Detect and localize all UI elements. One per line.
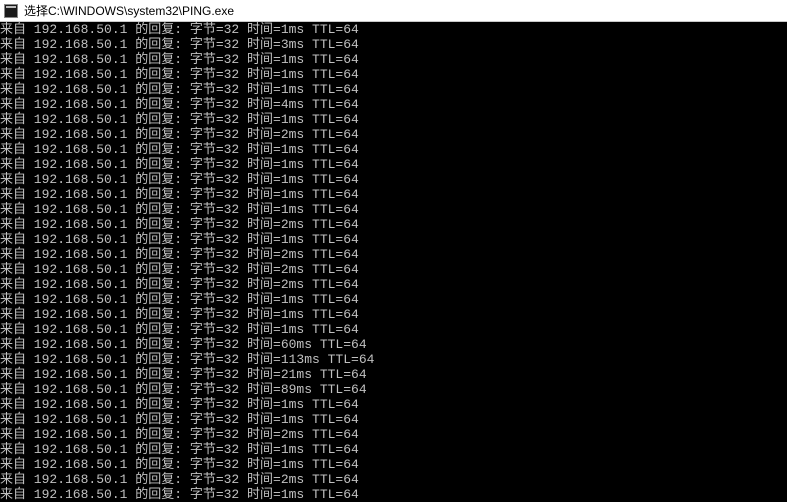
ping-reply-line: 来自 192.168.50.1 的回复: 字节=32 时间=1ms TTL=64	[0, 412, 787, 427]
ping-reply-line: 来自 192.168.50.1 的回复: 字节=32 时间=1ms TTL=64	[0, 82, 787, 97]
ping-reply-line: 来自 192.168.50.1 的回复: 字节=32 时间=1ms TTL=64	[0, 202, 787, 217]
ping-reply-line: 来自 192.168.50.1 的回复: 字节=32 时间=1ms TTL=64	[0, 457, 787, 472]
ping-reply-line: 来自 192.168.50.1 的回复: 字节=32 时间=1ms TTL=64	[0, 112, 787, 127]
ping-reply-line: 来自 192.168.50.1 的回复: 字节=32 时间=1ms TTL=64	[0, 292, 787, 307]
ping-reply-line: 来自 192.168.50.1 的回复: 字节=32 时间=1ms TTL=64	[0, 442, 787, 457]
ping-reply-line: 来自 192.168.50.1 的回复: 字节=32 时间=4ms TTL=64	[0, 97, 787, 112]
ping-reply-line: 来自 192.168.50.1 的回复: 字节=32 时间=1ms TTL=64	[0, 232, 787, 247]
ping-reply-line: 来自 192.168.50.1 的回复: 字节=32 时间=2ms TTL=64	[0, 127, 787, 142]
ping-reply-line: 来自 192.168.50.1 的回复: 字节=32 时间=1ms TTL=64	[0, 67, 787, 82]
ping-reply-line: 来自 192.168.50.1 的回复: 字节=32 时间=113ms TTL=…	[0, 352, 787, 367]
ping-reply-line: 来自 192.168.50.1 的回复: 字节=32 时间=2ms TTL=64	[0, 262, 787, 277]
ping-reply-line: 来自 192.168.50.1 的回复: 字节=32 时间=2ms TTL=64	[0, 427, 787, 442]
ping-reply-line: 来自 192.168.50.1 的回复: 字节=32 时间=60ms TTL=6…	[0, 337, 787, 352]
title-bar[interactable]: 选择C:\WINDOWS\system32\PING.exe	[0, 0, 787, 22]
ping-reply-line: 来自 192.168.50.1 的回复: 字节=32 时间=1ms TTL=64	[0, 52, 787, 67]
window-title: 选择C:\WINDOWS\system32\PING.exe	[24, 2, 234, 19]
ping-reply-line: 来自 192.168.50.1 的回复: 字节=32 时间=1ms TTL=64	[0, 322, 787, 337]
ping-reply-line: 来自 192.168.50.1 的回复: 字节=32 时间=2ms TTL=64	[0, 247, 787, 262]
ping-reply-line: 来自 192.168.50.1 的回复: 字节=32 时间=1ms TTL=64	[0, 157, 787, 172]
ping-reply-line: 来自 192.168.50.1 的回复: 字节=32 时间=2ms TTL=64	[0, 472, 787, 487]
ping-reply-line: 来自 192.168.50.1 的回复: 字节=32 时间=2ms TTL=64	[0, 277, 787, 292]
ping-reply-line: 来自 192.168.50.1 的回复: 字节=32 时间=1ms TTL=64	[0, 142, 787, 157]
ping-reply-line: 来自 192.168.50.1 的回复: 字节=32 时间=1ms TTL=64	[0, 397, 787, 412]
ping-reply-line: 来自 192.168.50.1 的回复: 字节=32 时间=21ms TTL=6…	[0, 367, 787, 382]
ping-reply-line: 来自 192.168.50.1 的回复: 字节=32 时间=89ms TTL=6…	[0, 382, 787, 397]
ping-reply-line: 来自 192.168.50.1 的回复: 字节=32 时间=1ms TTL=64	[0, 22, 787, 37]
ping-reply-line: 来自 192.168.50.1 的回复: 字节=32 时间=1ms TTL=64	[0, 487, 787, 502]
ping-reply-line: 来自 192.168.50.1 的回复: 字节=32 时间=2ms TTL=64	[0, 217, 787, 232]
window: 选择C:\WINDOWS\system32\PING.exe 来自 192.16…	[0, 0, 787, 502]
app-icon	[4, 4, 18, 18]
ping-reply-line: 来自 192.168.50.1 的回复: 字节=32 时间=1ms TTL=64	[0, 187, 787, 202]
ping-reply-line: 来自 192.168.50.1 的回复: 字节=32 时间=1ms TTL=64	[0, 172, 787, 187]
ping-reply-line: 来自 192.168.50.1 的回复: 字节=32 时间=1ms TTL=64	[0, 307, 787, 322]
ping-reply-line: 来自 192.168.50.1 的回复: 字节=32 时间=3ms TTL=64	[0, 37, 787, 52]
terminal-output[interactable]: 来自 192.168.50.1 的回复: 字节=32 时间=1ms TTL=64…	[0, 22, 787, 502]
